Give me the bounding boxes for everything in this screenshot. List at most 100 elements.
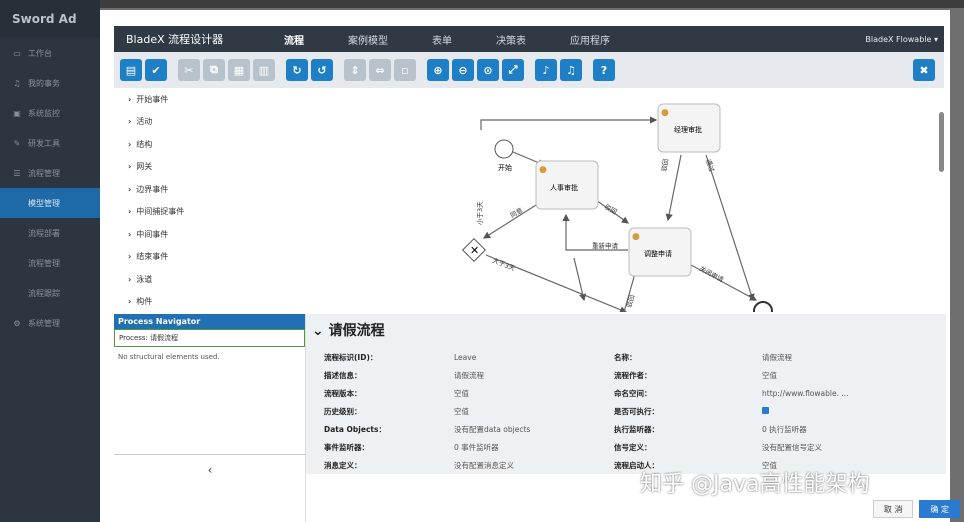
bell-icon: ♫ [13, 78, 21, 88]
sidebar-item-flow-manage[interactable]: 流程管理 [0, 248, 100, 278]
property-value[interactable]: http://www.flowable. ... [762, 389, 849, 398]
property-label: Data Objects： [324, 424, 386, 434]
property-value[interactable]: 没有配置data objects [454, 424, 614, 435]
sidebar-item-flow-deploy[interactable]: 流程部署 [0, 218, 100, 248]
property-row: Data Objects： 没有配置data objects 执行监听器： 0 执行监… [306, 420, 946, 438]
property-value[interactable]: 0 事件监听器 [454, 442, 614, 453]
copy-icon[interactable]: ⧉ [203, 59, 225, 81]
sidebar-item-workbench[interactable]: ▭ 工作台 [0, 38, 100, 68]
chevron-right-icon: › [128, 297, 132, 307]
chevron-right-icon: › [128, 162, 132, 172]
edge-label-reapply: 重新申请 [592, 241, 619, 250]
chevron-right-icon: › [128, 117, 132, 127]
confirm-button[interactable]: 确 定 [919, 500, 960, 518]
property-value[interactable]: 请假流程 [762, 352, 792, 363]
property-row: 事件监听器： 0 事件监听器 信号定义： 没有配置信号定义 [306, 438, 946, 456]
property-label: 名称： [614, 352, 637, 362]
same-size-icon[interactable]: ▫ [394, 59, 416, 81]
diagram-canvas[interactable]: 开始 ● 人事审批 ● 经理审批 ● 调整申请 ✕ 同意 驳回 重新申请 驳回 … [306, 90, 946, 312]
sidebar-item-my-tasks[interactable]: ♫ 我的事务 [0, 68, 100, 98]
chevron-right-icon: › [128, 207, 132, 217]
designer-toolbar: ▤ ✔ ✂ ⧉ ▦ ▥ ↻ ↺ ⇕ ⇔ ▫ ⊕ ⊖ ⊙ ⤢ ♪ ♫ ? ✖ [114, 52, 944, 88]
navigator-empty-text: No structural elements used. [118, 353, 220, 361]
app-topbar [100, 0, 964, 8]
flow-icon: ☰ [13, 168, 21, 178]
property-value[interactable]: 空值 [454, 406, 614, 417]
undo-icon[interactable]: ↺ [311, 59, 333, 81]
tab-app[interactable]: 应用程序 [570, 32, 610, 47]
bendpoint-add-icon[interactable]: ♪ [535, 59, 557, 81]
palette-item[interactable]: › 中间捕捉事件 [114, 201, 306, 224]
property-value[interactable]: 没有配置信号定义 [762, 442, 822, 453]
palette-item[interactable]: › 泳道 [114, 268, 306, 291]
redo-icon[interactable]: ↻ [286, 59, 308, 81]
executable-checkbox[interactable] [762, 406, 769, 416]
align-vertical-icon[interactable]: ⇕ [344, 59, 366, 81]
chevron-right-icon: › [128, 252, 132, 262]
tab-process[interactable]: 流程 [284, 32, 304, 47]
property-label: 流程版本： [324, 388, 362, 398]
property-value[interactable]: 0 执行监听器 [762, 424, 807, 435]
sidebar-item-flow-management[interactable]: ☰ 流程管理 [0, 158, 100, 188]
cut-icon[interactable]: ✂ [178, 59, 200, 81]
validate-icon[interactable]: ✔ [145, 59, 167, 81]
palette-item[interactable]: › 构件 [114, 291, 306, 314]
sidebar-item-monitor[interactable]: ▣ 系统监控 [0, 98, 100, 128]
sidebar-item-flow-track[interactable]: 流程跟踪 [0, 278, 100, 308]
property-value[interactable]: 空值 [454, 388, 614, 399]
edge-label-cancel: 关闭申请 [698, 264, 726, 284]
edge-label-reject3: 驳回 [625, 294, 636, 309]
sidebar-item-label: 系统监控 [28, 108, 60, 118]
edge-label-reject2: 驳回 [660, 158, 670, 172]
property-value[interactable]: Leave [454, 353, 614, 362]
sidebar-item-dev-tools[interactable]: ✎ 研发工具 [0, 128, 100, 158]
zoom-in-icon[interactable]: ⊕ [427, 59, 449, 81]
bendpoint-remove-icon[interactable]: ♫ [560, 59, 582, 81]
tab-case-model[interactable]: 案例模型 [348, 32, 388, 47]
save-icon[interactable]: ▤ [120, 59, 142, 81]
tab-form[interactable]: 表单 [432, 32, 452, 47]
close-designer-icon[interactable]: ✖ [913, 59, 935, 81]
adjust-application-label: 调整申请 [644, 249, 672, 258]
paste-icon[interactable]: ▦ [228, 59, 250, 81]
zoom-actual-icon[interactable]: ⊙ [477, 59, 499, 81]
collapse-chevron-icon[interactable]: ‹ [114, 454, 306, 484]
palette-item-label: 活动 [136, 117, 153, 127]
palette-item[interactable]: › 开始事件 [114, 88, 306, 111]
help-icon[interactable]: ? [593, 59, 615, 81]
properties-title[interactable]: ⌄ 请假流程 [306, 314, 946, 348]
palette-item[interactable]: › 中间事件 [114, 223, 306, 246]
palette-item[interactable]: › 活动 [114, 111, 306, 134]
zoom-out-icon[interactable]: ⊖ [452, 59, 474, 81]
property-value[interactable]: 没有配置消息定义 [454, 460, 614, 471]
palette-item-label: 中间事件 [136, 229, 169, 239]
end-event [753, 301, 773, 312]
user-icon: ● [539, 165, 547, 175]
cancel-button[interactable]: 取 消 [872, 500, 914, 518]
designer-header: BladeX 流程设计器 流程 案例模型 表单 决策表 应用程序 BladeX … [114, 26, 944, 52]
palette-item[interactable]: › 边界事件 [114, 178, 306, 201]
process-name-heading: 请假流程 [328, 323, 385, 339]
user-menu[interactable]: BladeX Flowable ▾ [865, 35, 938, 44]
palette-item-label: 泳道 [136, 274, 153, 284]
wrench-icon: ✎ [13, 138, 21, 148]
property-label: 历史级别： [324, 406, 362, 416]
palette-item[interactable]: › 结构 [114, 133, 306, 156]
property-value[interactable]: 空值 [762, 370, 777, 381]
chevron-right-icon: › [128, 94, 132, 104]
sidebar-item-system[interactable]: ⚙ 系统管理 [0, 308, 100, 338]
property-value[interactable]: 请假流程 [454, 370, 614, 381]
sidebar-item-model-management[interactable]: 模型管理 [0, 188, 100, 218]
tab-decision-table[interactable]: 决策表 [496, 32, 526, 47]
canvas-scrollbar[interactable] [939, 112, 944, 172]
designer-title: BladeX 流程设计器 [126, 33, 224, 46]
flow-designer-dialog: × BladeX 流程设计器 流程 案例模型 表单 决策表 应用程序 Blade… [100, 10, 950, 522]
align-horizontal-icon[interactable]: ⇔ [369, 59, 391, 81]
palette-item[interactable]: › 网关 [114, 156, 306, 179]
navigator-process[interactable]: Process: 请假流程 [114, 329, 305, 347]
palette-item[interactable]: › 结束事件 [114, 246, 306, 269]
monitor-icon: ▭ [13, 48, 21, 58]
shape-palette: › 开始事件 › 活动 › 结构 › 网关 › 边界事件 › 中间捕捉事件 › 中间事件 › 结… [114, 88, 306, 314]
zoom-fit-icon[interactable]: ⤢ [502, 59, 524, 81]
delete-icon[interactable]: ▥ [253, 59, 275, 81]
